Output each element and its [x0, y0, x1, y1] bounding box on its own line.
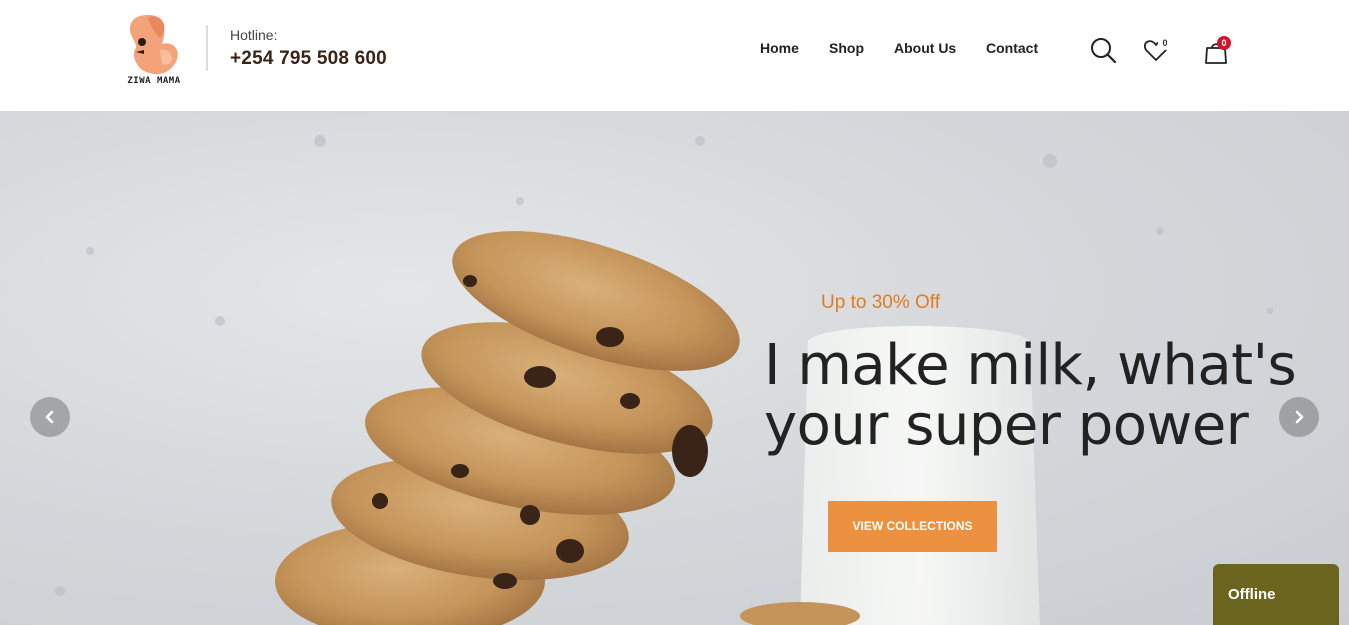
chevron-left-icon — [45, 410, 54, 424]
hero-headline-line2: your super power — [764, 393, 1249, 458]
nav-about-us[interactable]: About Us — [894, 40, 956, 56]
hero-headline-line1: I make milk, what's — [764, 333, 1297, 398]
chat-status: Offline — [1228, 586, 1276, 603]
slider-prev-button[interactable] — [30, 397, 70, 437]
nav-home[interactable]: Home — [760, 40, 799, 56]
slider-next-button[interactable] — [1279, 397, 1319, 437]
search-button[interactable] — [1089, 36, 1117, 64]
hero-slider: Up to 30% Off I make milk, what's your s… — [0, 111, 1349, 625]
live-chat-widget[interactable]: Offline — [1213, 564, 1339, 625]
site-header: ZIWA MAMA Hotline: +254 795 508 600 Home… — [0, 0, 1349, 111]
search-icon — [1091, 38, 1117, 64]
wishlist-count-badge: 0 — [1158, 36, 1172, 50]
view-collections-button[interactable]: VIEW COLLECTIONS — [828, 501, 997, 552]
hotline-label: Hotline: — [230, 27, 278, 43]
brand-logo[interactable]: ZIWA MAMA — [122, 12, 186, 92]
hotline-number[interactable]: +254 795 508 600 — [230, 48, 387, 70]
wishlist-button[interactable]: 0 — [1143, 36, 1177, 64]
hero-headline: I make milk, what's your super power — [764, 336, 1344, 456]
logo-wordmark: ZIWA MAMA — [127, 76, 181, 86]
chevron-right-icon — [1295, 410, 1304, 424]
nav-contact[interactable]: Contact — [986, 40, 1038, 56]
hero-promo: Up to 30% Off — [821, 292, 940, 313]
mother-silhouette-icon — [130, 14, 178, 75]
header-divider — [206, 25, 208, 71]
nav-shop[interactable]: Shop — [829, 40, 864, 56]
cart-button[interactable]: 0 — [1203, 35, 1233, 65]
cart-count-badge: 0 — [1217, 36, 1231, 50]
